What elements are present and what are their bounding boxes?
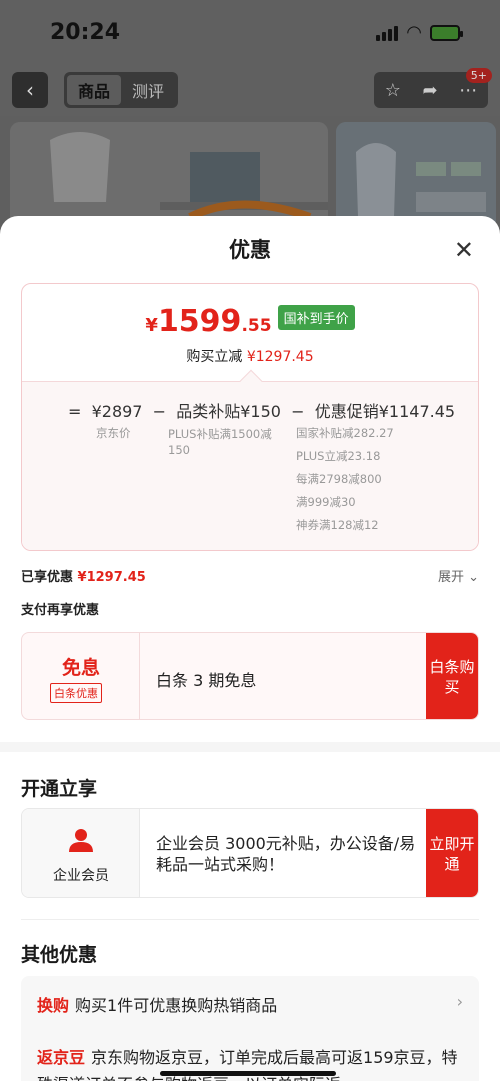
expand-label: 展开 bbox=[437, 570, 464, 585]
product-nav-bar: ‹ 商品 测评 ☆ ➦ ⋯ 5+ bbox=[0, 64, 500, 116]
enterprise-member-card: 企业会员 企业会员 3000元补贴，办公设备/易耗品一站式采购！ 立即开通 bbox=[21, 808, 479, 898]
promo-detail-item: 每满2798减800 bbox=[296, 472, 382, 486]
instant-discount-label: 购买立减 bbox=[186, 349, 243, 365]
status-bar: 20:24 ◠ bbox=[0, 0, 500, 64]
pay-discount-title: 支付再享优惠 bbox=[21, 603, 100, 618]
jd-price-value: ¥2897 bbox=[91, 402, 143, 421]
message-badge: 5+ bbox=[465, 68, 492, 83]
close-icon[interactable]: ✕ bbox=[454, 236, 474, 264]
jingdou-tag: 返京豆 bbox=[37, 1048, 86, 1067]
offer-text: 白条 3 期免息 bbox=[156, 671, 257, 690]
tab-product[interactable]: 商品 bbox=[67, 75, 121, 105]
status-time: 20:24 bbox=[50, 20, 121, 45]
section-divider bbox=[0, 742, 500, 752]
chevron-right-icon[interactable]: › bbox=[457, 992, 463, 1011]
chevron-down-icon: ⌄ bbox=[468, 570, 479, 585]
baitiao-buy-button[interactable]: 白条购买 bbox=[426, 633, 478, 719]
member-text: 企业会员 3000元补贴，办公设备/易耗品一站式采购！ bbox=[156, 834, 416, 874]
formula-minus-2: − bbox=[291, 402, 305, 421]
star-icon[interactable]: ☆ bbox=[385, 80, 401, 101]
exchange-tag: 换购 bbox=[37, 996, 70, 1015]
exchange-offer[interactable]: 换购 购买1件可优惠换购热销商品 bbox=[37, 992, 277, 1016]
back-button[interactable]: ‹ bbox=[12, 72, 48, 108]
category-subsidy-label: 品类补贴 bbox=[176, 402, 241, 421]
promo-value: ¥1147.45 bbox=[378, 402, 456, 421]
open-now-button[interactable]: 立即开通 bbox=[426, 809, 478, 897]
member-badge: 企业会员 bbox=[22, 809, 140, 897]
price-integer: 1599 bbox=[157, 304, 242, 339]
thin-divider bbox=[21, 919, 479, 920]
jd-price-label: 京东价 bbox=[96, 426, 131, 440]
category-subsidy-detail: PLUS补贴满1500减150 bbox=[168, 427, 272, 457]
instant-discount: 购买立减 ¥1297.45 bbox=[22, 346, 478, 366]
nav-tabs: 商品 测评 bbox=[64, 72, 178, 108]
price-currency: ¥ bbox=[145, 315, 158, 336]
promo-detail-item: 神券满128减12 bbox=[296, 518, 379, 532]
discount-sheet: 优惠 ✕ ¥1599.55 国补到手价 购买立减 ¥1297.45 = ¥2897… bbox=[0, 216, 500, 1081]
formula-equals: = bbox=[68, 402, 82, 421]
other-section-title: 其他优惠 bbox=[21, 944, 98, 966]
price-card: ¥1599.55 国补到手价 购买立减 ¥1297.45 = ¥2897 − 品类… bbox=[21, 283, 479, 551]
battery-icon bbox=[430, 24, 463, 41]
status-icons: ◠ bbox=[376, 22, 463, 43]
offer-badge: 免息 白条优惠 bbox=[22, 633, 140, 719]
offer-big-label: 免息 bbox=[61, 657, 100, 679]
promo-details: 国家补贴减282.27 PLUS立减23.18 每满2798减800 满999减… bbox=[296, 422, 394, 537]
share-icon[interactable]: ➦ bbox=[423, 80, 438, 101]
price-breakdown: = ¥2897 − 品类补贴¥150 − 优惠促销¥1147.45 京东价 PL… bbox=[22, 382, 478, 550]
user-icon bbox=[69, 829, 93, 852]
signal-icon bbox=[376, 25, 399, 41]
exchange-text: 购买1件可优惠换购热销商品 bbox=[75, 996, 278, 1015]
enjoyed-value: ¥1297.45 bbox=[77, 570, 146, 585]
formula-minus-1: − bbox=[152, 402, 167, 421]
wifi-icon: ◠ bbox=[406, 22, 422, 43]
promo-detail-item: PLUS立减23.18 bbox=[296, 449, 381, 463]
expand-toggle[interactable]: 展开 ⌄ bbox=[438, 566, 479, 585]
jingdou-text: 京东购物返京豆，订单完成后最高可返159京豆，特殊渠道订单不参与购物返豆，以订单… bbox=[37, 1048, 458, 1081]
promo-detail-item: 国家补贴减282.27 bbox=[296, 426, 394, 440]
promo-detail-item: 满999减30 bbox=[296, 495, 356, 509]
tab-review[interactable]: 测评 bbox=[121, 75, 175, 105]
promo-label: 优惠促销 bbox=[314, 402, 379, 421]
nav-actions: ☆ ➦ ⋯ 5+ bbox=[374, 68, 492, 108]
price-formula: = ¥2897 − 品类补贴¥150 − 优惠促销¥1147.45 bbox=[68, 398, 455, 422]
offer-small-label: 白条优惠 bbox=[50, 683, 102, 703]
home-indicator bbox=[160, 1071, 336, 1076]
instant-discount-value: ¥1297.45 bbox=[246, 349, 314, 365]
subsidy-tag: 国补到手价 bbox=[277, 305, 355, 330]
interest-free-offer: 免息 白条优惠 白条 3 期免息 白条购买 bbox=[21, 632, 479, 720]
sheet-title: 优惠 bbox=[229, 238, 271, 262]
member-label: 企业会员 bbox=[53, 868, 109, 884]
enjoyed-label: 已享优惠 bbox=[21, 570, 74, 585]
category-subsidy-value: ¥150 bbox=[240, 402, 281, 421]
enjoyed-discount: 已享优惠 ¥1297.45 bbox=[21, 566, 146, 585]
open-section-title: 开通立享 bbox=[21, 778, 98, 800]
price-summary: ¥1599.55 国补到手价 购买立减 ¥1297.45 bbox=[22, 284, 478, 382]
price-decimal: .55 bbox=[241, 316, 272, 336]
other-offers-card: 换购 购买1件可优惠换购热销商品 › 返京豆 京东购物返京豆，订单完成后最高可返15… bbox=[21, 976, 479, 1081]
final-price: ¥1599.55 国补到手价 bbox=[22, 304, 478, 339]
